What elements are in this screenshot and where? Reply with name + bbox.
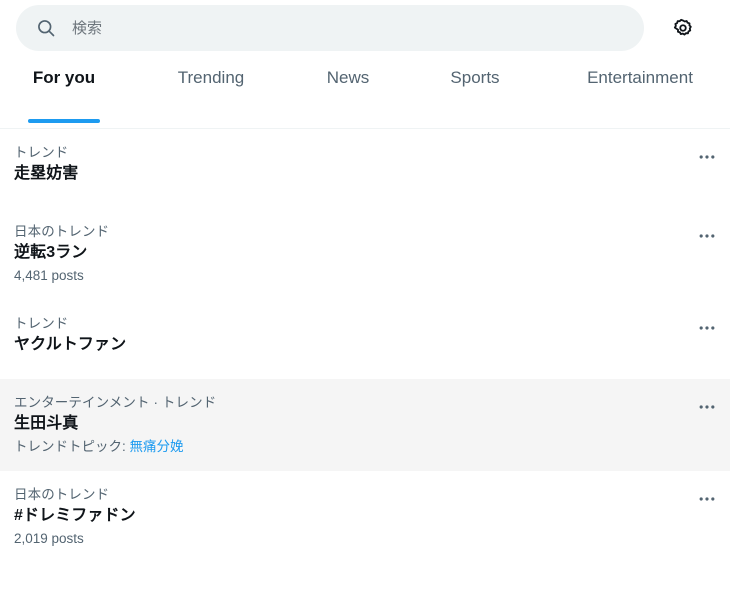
trend-more-button[interactable] <box>691 483 723 515</box>
trend-post-count: 4,481 posts <box>14 268 84 283</box>
search-icon <box>36 18 56 38</box>
more-horizontal-icon <box>697 489 717 509</box>
trend-topic-prefix: トレンドトピック: <box>14 439 130 454</box>
tab-label: News <box>326 68 370 87</box>
trend-category: 日本のトレンド <box>14 224 110 239</box>
tab-label: Trending <box>177 68 245 87</box>
tab-for-you[interactable]: For you <box>14 56 114 128</box>
trend-category: エンターテインメント · トレンド <box>14 395 217 410</box>
tab-entertainment[interactable]: Entertainment <box>565 56 715 128</box>
tab-bar: For you Trending News Sports Entertainme… <box>0 56 730 129</box>
trend-more-button[interactable] <box>691 220 723 252</box>
trend-category: トレンド <box>14 316 69 331</box>
trend-list: トレンド 走塁妨害 日本のトレンド 逆転3ラン 4,481 posts トレンド… <box>0 129 730 563</box>
more-horizontal-icon <box>697 226 717 246</box>
search-bar[interactable] <box>16 5 644 51</box>
search-header <box>0 0 730 56</box>
tab-active-indicator <box>28 119 100 123</box>
trend-item[interactable]: 日本のトレンド #ドレミファドン 2,019 posts <box>0 471 730 563</box>
more-horizontal-icon <box>697 397 717 417</box>
search-input[interactable] <box>72 5 628 51</box>
trend-category: トレンド <box>14 145 69 160</box>
tab-label: For you <box>32 68 96 87</box>
tab-label: Entertainment <box>587 68 693 87</box>
trend-item[interactable]: トレンド ヤクルトファン <box>0 300 730 379</box>
more-horizontal-icon <box>697 318 717 338</box>
tab-label: Sports <box>450 68 500 87</box>
trend-item[interactable]: 日本のトレンド 逆転3ラン 4,481 posts <box>0 208 730 300</box>
trend-name: 逆転3ラン <box>14 244 88 261</box>
trend-more-button[interactable] <box>691 141 723 173</box>
trend-item[interactable]: トレンド 走塁妨害 <box>0 129 730 208</box>
tab-trending[interactable]: Trending <box>160 56 262 128</box>
more-horizontal-icon <box>697 147 717 167</box>
gear-icon <box>672 17 694 39</box>
trend-more-button[interactable] <box>691 312 723 344</box>
trend-more-button[interactable] <box>691 391 723 423</box>
tab-news[interactable]: News <box>310 56 386 128</box>
trends-panel: For you Trending News Sports Entertainme… <box>0 0 730 607</box>
trend-item[interactable]: エンターテインメント · トレンド 生田斗真 トレンドトピック: 無痛分娩 <box>0 379 730 471</box>
trend-name: 生田斗真 <box>14 415 79 432</box>
trend-post-count: 2,019 posts <box>14 531 84 546</box>
settings-button[interactable] <box>666 11 700 45</box>
trend-name: #ドレミファドン <box>14 507 136 524</box>
trend-name: 走塁妨害 <box>14 165 79 182</box>
trend-name: ヤクルトファン <box>14 336 127 353</box>
trend-category: 日本のトレンド <box>14 487 110 502</box>
trend-topic: トレンドトピック: 無痛分娩 <box>14 437 714 457</box>
tab-sports[interactable]: Sports <box>433 56 517 128</box>
trend-topic-link[interactable]: 無痛分娩 <box>130 439 184 454</box>
